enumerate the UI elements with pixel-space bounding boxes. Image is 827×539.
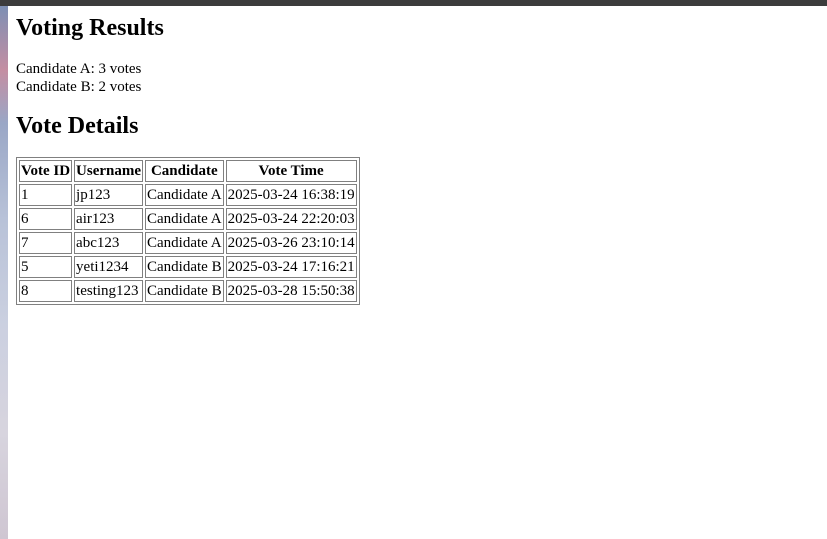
table-row: 7 abc123 Candidate A 2025-03-26 23:10:14 (19, 232, 357, 254)
username-cell: air123 (74, 208, 144, 230)
table-row: 1 jp123 Candidate A 2025-03-24 16:38:19 (19, 184, 357, 206)
vote-id-cell: 6 (19, 208, 73, 230)
vote-time-cell: 2025-03-24 22:20:03 (225, 208, 357, 230)
table-row: 8 testing123 Candidate B 2025-03-28 15:5… (19, 280, 357, 302)
candidate-cell: Candidate B (145, 256, 224, 278)
candidate-cell: Candidate A (145, 184, 224, 206)
username-cell: testing123 (74, 280, 144, 302)
vote-time-cell: 2025-03-24 17:16:21 (225, 256, 357, 278)
vote-time-cell: 2025-03-26 23:10:14 (225, 232, 357, 254)
column-header-candidate: Candidate (145, 160, 224, 182)
vote-details-table: Vote ID Username Candidate Vote Time 1 j… (16, 157, 360, 305)
page-content: Voting Results Candidate A: 3 votes Cand… (16, 6, 360, 305)
column-header-vote-id: Vote ID (19, 160, 73, 182)
vote-id-cell: 5 (19, 256, 73, 278)
candidate-cell: Candidate A (145, 232, 224, 254)
column-header-username: Username (74, 160, 144, 182)
vote-totals: Candidate A: 3 votes Candidate B: 2 vote… (16, 60, 360, 96)
username-cell: yeti1234 (74, 256, 144, 278)
table-header-row: Vote ID Username Candidate Vote Time (19, 160, 357, 182)
vote-id-cell: 8 (19, 280, 73, 302)
candidate-cell: Candidate B (145, 280, 224, 302)
column-header-vote-time: Vote Time (225, 160, 357, 182)
candidate-b-total: Candidate B: 2 votes (16, 79, 142, 95)
username-cell: jp123 (74, 184, 144, 206)
vote-id-cell: 7 (19, 232, 73, 254)
vote-time-cell: 2025-03-24 16:38:19 (225, 184, 357, 206)
table-row: 5 yeti1234 Candidate B 2025-03-24 17:16:… (19, 256, 357, 278)
candidate-cell: Candidate A (145, 208, 224, 230)
vote-id-cell: 1 (19, 184, 73, 206)
username-cell: abc123 (74, 232, 144, 254)
voting-results-heading: Voting Results (16, 15, 164, 41)
candidate-a-total: Candidate A: 3 votes (16, 61, 142, 77)
table-row: 6 air123 Candidate A 2025-03-24 22:20:03 (19, 208, 357, 230)
vote-time-cell: 2025-03-28 15:50:38 (225, 280, 357, 302)
desktop-background-strip (0, 6, 8, 539)
vote-details-heading: Vote Details (16, 113, 139, 139)
